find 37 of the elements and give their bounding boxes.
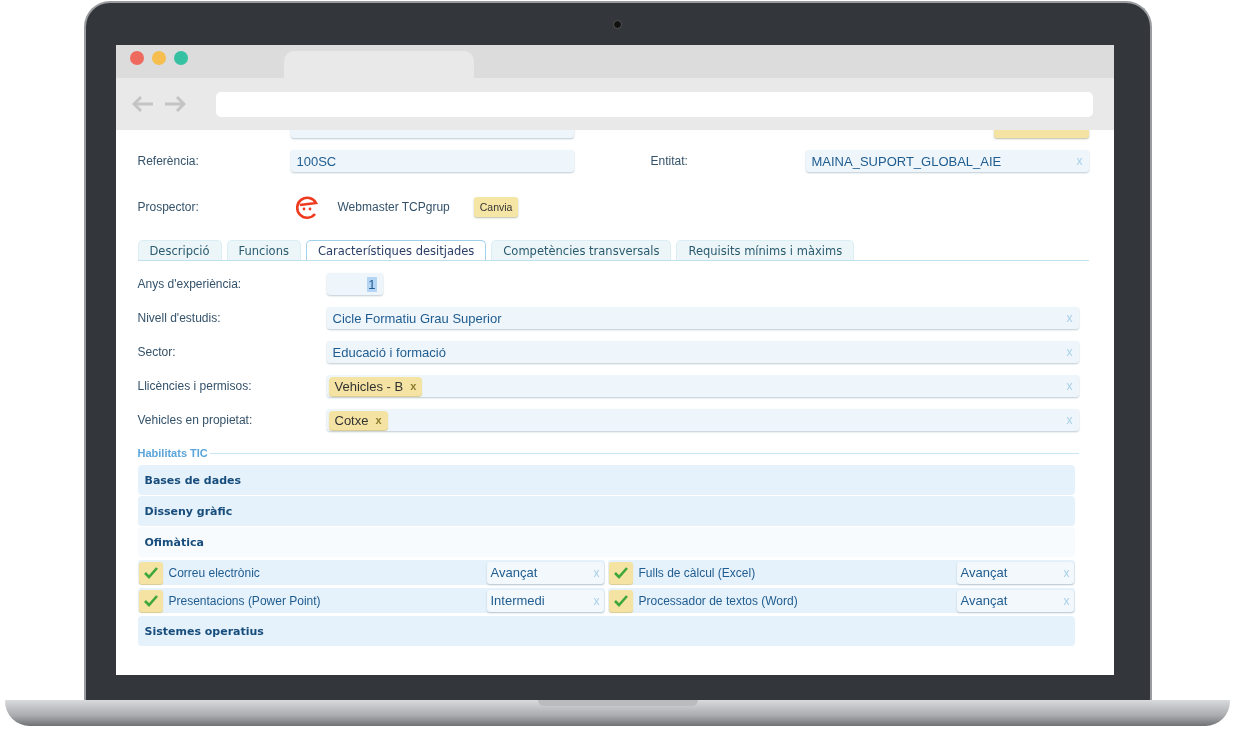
accordion-header[interactable]: Disseny gràfic (137, 496, 1075, 526)
accordion-header[interactable]: Sistemes operatius (137, 616, 1075, 646)
skill-name: Processador de textos (Word) (638, 593, 799, 608)
field-label: Entitat: (650, 154, 689, 168)
proficiency-select[interactable]: Avançat x (486, 561, 604, 584)
tab[interactable]: Descripció (137, 240, 222, 260)
proficiency-select[interactable]: Intermedi x (486, 589, 604, 612)
skill-name: Correu electrònic (168, 565, 261, 580)
tag-field[interactable]: Vehicles - B x x (326, 375, 1079, 397)
field-label: Anys d'experiència: (137, 277, 243, 291)
tab[interactable]: Funcions (226, 240, 301, 260)
tab[interactable]: Requisits mínims i màxims (676, 240, 855, 260)
proficiency-select[interactable]: Avançat x (956, 561, 1074, 584)
section-legend: Habilitats TIC (137, 447, 208, 459)
field-label: Vehicles en propietat: (137, 413, 254, 427)
proficiency-select[interactable]: Avançat x (956, 589, 1074, 612)
accordion-header[interactable]: Ofimàtica (137, 527, 1075, 557)
field-label: Sector: (137, 345, 177, 359)
reference-field[interactable]: 100SC (290, 150, 574, 172)
field-label: Referència: (137, 154, 200, 168)
tag-field[interactable]: Cotxe x x (326, 409, 1079, 431)
skill-name: Presentacions (Power Point) (168, 593, 322, 608)
entity-field[interactable]: MAINA_SUPORT_GLOBAL_AIE x (805, 150, 1089, 172)
field-label: Prospector: (137, 200, 200, 214)
change-button[interactable]: Canvia (473, 197, 519, 217)
number-field[interactable]: 1 (326, 273, 383, 295)
tab[interactable]: Competències transversals (491, 240, 672, 260)
prospector-name: Webmaster TCPgrup (337, 200, 450, 214)
select-field[interactable]: Educació i formació x (326, 341, 1079, 363)
tab[interactable]: Característiques desitjades (305, 240, 487, 260)
field-label: Llicències i permisos: (137, 379, 253, 393)
tag-chip[interactable]: Cotxe x (328, 410, 388, 430)
accordion-header[interactable]: Bases de dades (137, 465, 1075, 495)
tag-chip[interactable]: Vehicles - B x (328, 376, 423, 396)
select-field[interactable]: Cicle Formatiu Grau Superior x (326, 307, 1079, 329)
skill-name: Fulls de càlcul (Excel) (638, 565, 757, 580)
field-label: Nivell d'estudis: (137, 311, 222, 325)
